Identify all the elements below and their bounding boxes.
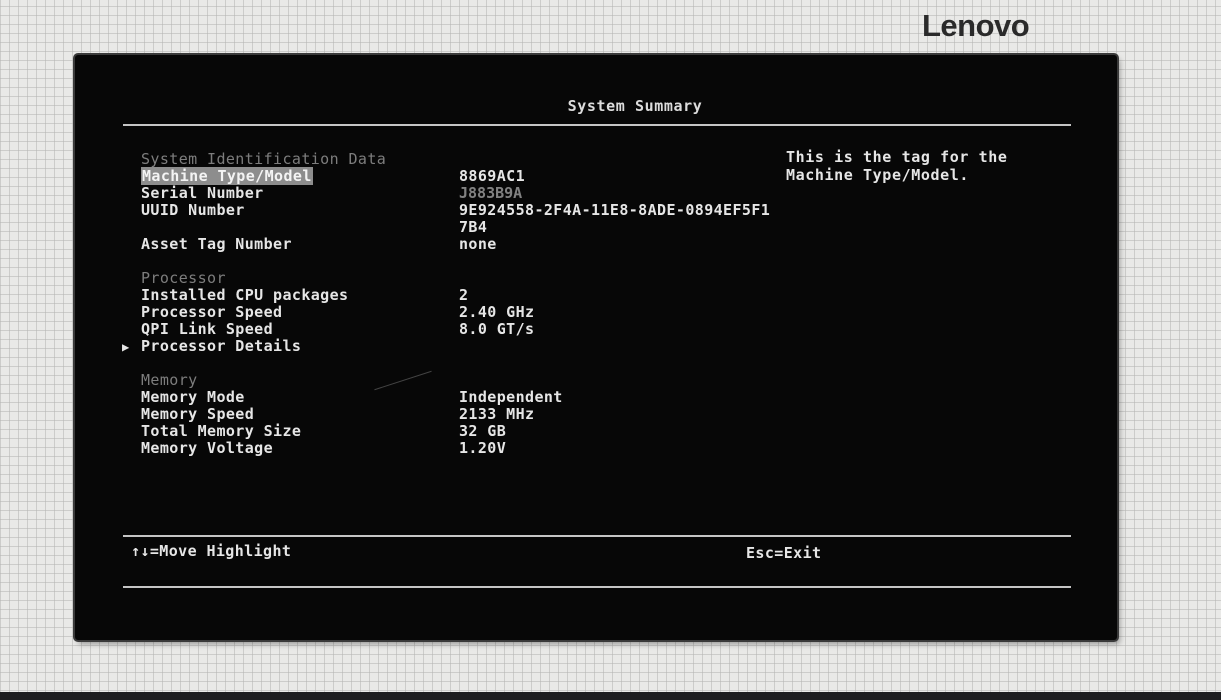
uuid-number-value: 9E924558-2F4A-11E8-8ADE-0894EF5F1 bbox=[459, 201, 771, 219]
memory-mode-label[interactable]: Memory Mode bbox=[141, 388, 245, 406]
lenovo-logo: Lenovo bbox=[922, 8, 1030, 43]
asset-tag-number-value: none bbox=[459, 235, 497, 253]
qpi-link-speed-value: 8.0 GT/s bbox=[459, 320, 535, 338]
section-heading-system-identification: System Identification Data bbox=[141, 150, 387, 168]
total-memory-size-value: 32 GB bbox=[459, 422, 507, 440]
serial-number-label[interactable]: Serial Number bbox=[141, 184, 264, 202]
help-panel: This is the tag for the Machine Type/Mod… bbox=[786, 148, 1008, 184]
selected-item-highlight[interactable]: Machine Type/Model bbox=[141, 167, 313, 185]
esc-exit-hint[interactable]: Esc=Exit bbox=[746, 544, 821, 562]
page-title: System Summary bbox=[567, 97, 703, 115]
uuid-number-label[interactable]: UUID Number bbox=[141, 201, 245, 219]
memory-mode-value: Independent bbox=[459, 388, 563, 406]
installed-cpu-packages-label[interactable]: Installed CPU packages bbox=[141, 286, 348, 304]
section-heading-memory: Memory bbox=[141, 371, 198, 389]
memory-voltage-value: 1.20V bbox=[459, 439, 507, 457]
footer-bottom-divider bbox=[123, 586, 1071, 588]
help-text-line: Machine Type/Model. bbox=[786, 166, 969, 184]
processor-speed-label[interactable]: Processor Speed bbox=[141, 303, 282, 321]
installed-cpu-packages-value: 2 bbox=[459, 286, 469, 304]
processor-speed-value: 2.40 GHz bbox=[459, 303, 535, 321]
total-memory-size-label[interactable]: Total Memory Size bbox=[141, 422, 301, 440]
memory-speed-label[interactable]: Memory Speed bbox=[141, 405, 254, 423]
screen-glare bbox=[374, 370, 432, 391]
footer-top-divider bbox=[123, 535, 1071, 537]
asset-tag-number-label[interactable]: Asset Tag Number bbox=[141, 235, 292, 253]
serial-number-value: J883B9A bbox=[459, 184, 523, 202]
bios-screen: System Summary System Identification Dat… bbox=[75, 55, 1117, 640]
move-highlight-hint: ↑↓=Move Highlight bbox=[131, 542, 292, 560]
uuid-number-value-continued: 7B4 bbox=[459, 218, 488, 236]
processor-details-link[interactable]: Processor Details bbox=[141, 337, 301, 355]
section-heading-processor: Processor bbox=[141, 269, 226, 287]
memory-speed-value: 2133 MHz bbox=[459, 405, 535, 423]
triangle-right-icon: ▶ bbox=[122, 340, 130, 354]
qpi-link-speed-label[interactable]: QPI Link Speed bbox=[141, 320, 273, 338]
help-text-line: This is the tag for the bbox=[786, 148, 1008, 166]
machine-type-model-label[interactable]: Machine Type/Model bbox=[141, 167, 313, 185]
machine-type-model-value: 8869AC1 bbox=[459, 167, 526, 185]
title-divider bbox=[123, 124, 1071, 126]
memory-voltage-label[interactable]: Memory Voltage bbox=[141, 439, 273, 457]
monitor-bezel-bottom bbox=[0, 692, 1221, 700]
